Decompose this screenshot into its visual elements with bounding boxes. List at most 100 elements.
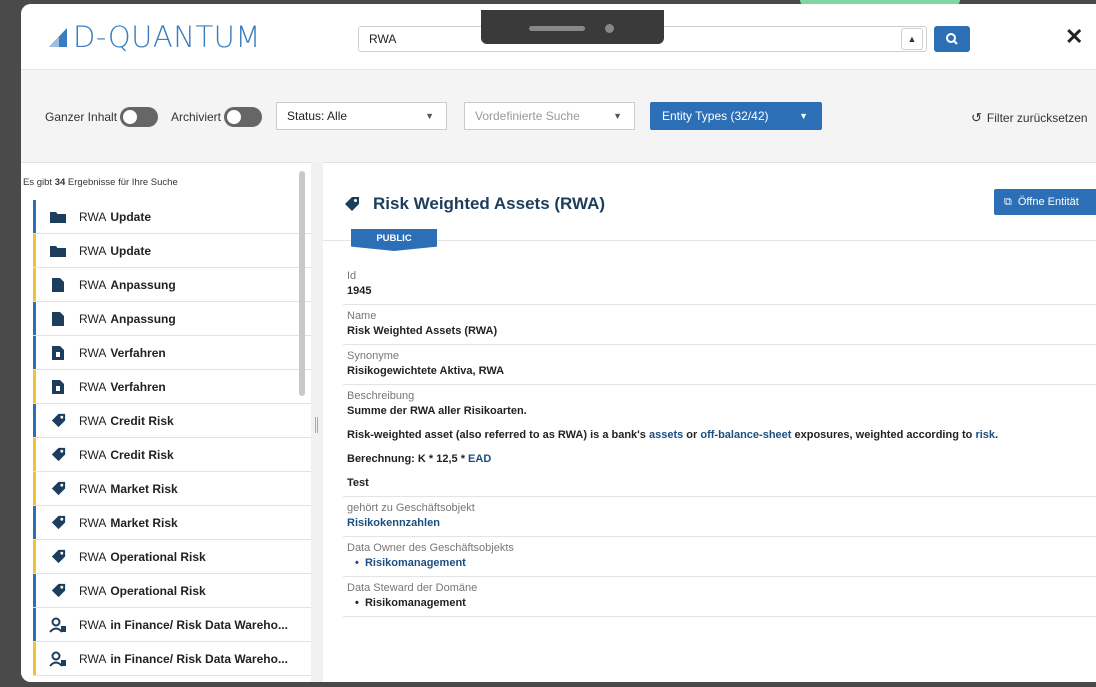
results-count: Es gibt 34 Ergebnisse für Ihre Suche xyxy=(21,177,178,188)
assets-link[interactable]: assets xyxy=(649,429,683,441)
result-item[interactable]: RWA Market Risk xyxy=(33,472,311,506)
field-label: gehört zu Geschäftsobjekt xyxy=(347,502,475,514)
open-entity-label: Öffne Entität xyxy=(1017,196,1079,208)
notch-bar xyxy=(529,26,585,31)
archiviert-toggle[interactable] xyxy=(224,107,262,127)
result-item-prefix: RWA xyxy=(79,617,107,632)
off-balance-sheet-link[interactable]: off-balance-sheet xyxy=(700,429,791,441)
field-label: Data Owner des Geschäftsobjekts xyxy=(347,542,514,554)
entity-title: Risk Weighted Assets (RWA) xyxy=(373,194,606,213)
field-label: Data Steward der Domäne xyxy=(347,582,478,594)
result-item-accent xyxy=(33,336,36,369)
result-item-label: Update xyxy=(110,209,152,224)
result-item-prefix: RWA xyxy=(79,515,107,530)
splitter-grip[interactable] xyxy=(315,417,318,433)
result-item-label: Anpassung xyxy=(110,311,176,326)
entity-fields: Id 1945 Name Risk Weighted Assets (RWA) … xyxy=(343,265,1096,617)
description-text: . xyxy=(995,429,999,441)
result-item[interactable]: RWA Verfahren xyxy=(33,336,311,370)
status-select[interactable]: Status: Alle ▼ xyxy=(276,102,447,130)
result-item[interactable]: RWA Operational Risk xyxy=(33,574,311,608)
folder-icon xyxy=(47,210,69,224)
field-label: Beschreibung xyxy=(347,390,415,402)
procedure-icon xyxy=(47,345,69,361)
field-data-steward: Data Steward der Domäne • Risikomanageme… xyxy=(343,577,1096,617)
ead-link[interactable]: EAD xyxy=(468,453,491,465)
folder-icon xyxy=(47,244,69,258)
result-item-prefix: RWA xyxy=(79,413,107,428)
result-item[interactable]: RWA Credit Risk xyxy=(33,438,311,472)
reset-icon: ↺ xyxy=(971,110,982,125)
result-item[interactable]: RWA Operational Risk xyxy=(33,540,311,574)
people-icon xyxy=(47,651,69,667)
filter-bar: Ganzer Inhalt Archiviert Status: Alle ▼ … xyxy=(21,70,1096,162)
app-window: D-QUANTUM RWA ▲ ✕ Ganzer Inhalt Archivie… xyxy=(21,4,1096,682)
data-owner-link[interactable]: • Risikomanagement xyxy=(347,557,1094,569)
field-label: Name xyxy=(347,310,377,322)
results-count-value: 34 xyxy=(54,177,66,188)
result-item[interactable]: RWA Credit Risk xyxy=(33,404,311,438)
result-item-prefix: RWA xyxy=(79,209,107,224)
result-item[interactable]: RWA Anpassung xyxy=(33,302,311,336)
entity-types-dropdown[interactable]: Entity Types (32/42) ▼ xyxy=(650,102,822,130)
logo: D-QUANTUM xyxy=(47,20,261,54)
search-history-dropdown[interactable]: ▲ xyxy=(901,28,923,50)
field-data-owner: Data Owner des Geschäftsobjekts • Risiko… xyxy=(343,537,1096,577)
result-item[interactable]: RWA Update xyxy=(33,234,311,268)
field-id: Id 1945 xyxy=(343,265,1096,305)
predefined-search-select[interactable]: Vordefinierte Suche ▼ xyxy=(464,102,635,130)
reset-filter-label: Filter zurücksetzen xyxy=(986,111,1088,125)
field-beschreibung: Beschreibung Summe der RWA aller Risikoa… xyxy=(343,385,1096,497)
result-item[interactable]: RWA in Finance/ Risk Data Wareho... xyxy=(33,642,311,676)
results-count-suffix: Ergebnisse für Ihre Suche xyxy=(67,177,178,188)
predefined-search-placeholder: Vordefinierte Suche xyxy=(475,109,580,123)
result-item[interactable]: RWA in Finance/ Risk Data Wareho... xyxy=(33,608,311,642)
result-item[interactable]: RWA Anpassung xyxy=(33,268,311,302)
result-item-accent xyxy=(33,506,36,539)
description-text: or xyxy=(686,429,698,441)
procedure-icon xyxy=(47,379,69,395)
results-count-prefix: Es gibt xyxy=(23,177,53,188)
result-item-accent xyxy=(33,540,36,573)
reset-filter-button[interactable]: ↺ Filter zurücksetzen xyxy=(971,110,1088,126)
ganzer-inhalt-toggle[interactable] xyxy=(120,107,158,127)
open-entity-button[interactable]: ⧉ Öffne Entität xyxy=(994,189,1096,215)
search-icon xyxy=(946,33,958,45)
berechnung-text: Berechnung: K * 12,5 * xyxy=(347,453,465,465)
result-item[interactable]: RWA Verfahren xyxy=(33,370,311,404)
result-item-prefix: RWA xyxy=(79,651,107,666)
result-item-prefix: RWA xyxy=(79,447,107,462)
tag-icon xyxy=(345,197,359,211)
result-item-label: Operational Risk xyxy=(110,583,206,598)
geschaeftsobjekt-link[interactable]: Risikokennzahlen xyxy=(347,517,1094,529)
result-item-label: Operational Risk xyxy=(110,549,206,564)
result-item-prefix: RWA xyxy=(79,549,107,564)
results-scrollbar[interactable] xyxy=(299,171,305,396)
data-steward-value: • Risikomanagement xyxy=(355,597,466,609)
result-item[interactable]: RWA Market Risk xyxy=(33,506,311,540)
result-item-prefix: RWA xyxy=(79,481,107,496)
visibility-badge: PUBLIC xyxy=(351,229,437,251)
field-value: Risk Weighted Assets (RWA) xyxy=(347,325,498,337)
description-text: exposures, weighted according to xyxy=(794,429,973,441)
close-icon[interactable]: ✕ xyxy=(1065,24,1083,50)
result-item-label: in Finance/ Risk Data Wareho... xyxy=(110,651,288,666)
result-item[interactable]: RWA Update xyxy=(33,200,311,234)
result-item-accent xyxy=(33,234,36,267)
result-item-label: Credit Risk xyxy=(110,447,174,462)
result-item-prefix: RWA xyxy=(79,243,107,258)
result-item-accent xyxy=(33,472,36,505)
pane-splitter[interactable] xyxy=(311,162,323,682)
result-item-accent xyxy=(33,302,36,335)
risk-link[interactable]: risk xyxy=(975,429,995,441)
field-synonyme: Synonyme Risikogewichtete Aktiva, RWA xyxy=(343,345,1096,385)
chevron-down-icon: ▼ xyxy=(613,111,622,121)
result-item-prefix: RWA xyxy=(79,583,107,598)
result-item-prefix: RWA xyxy=(79,277,107,292)
search-button[interactable] xyxy=(934,26,970,52)
field-label: Id xyxy=(347,270,357,282)
field-geschaeftsobjekt: gehört zu Geschäftsobjekt Risikokennzahl… xyxy=(343,497,1096,537)
result-item-accent xyxy=(33,200,36,233)
berechnung-line: Berechnung: K * 12,5 * EAD xyxy=(347,453,1094,465)
document-icon xyxy=(47,277,69,293)
